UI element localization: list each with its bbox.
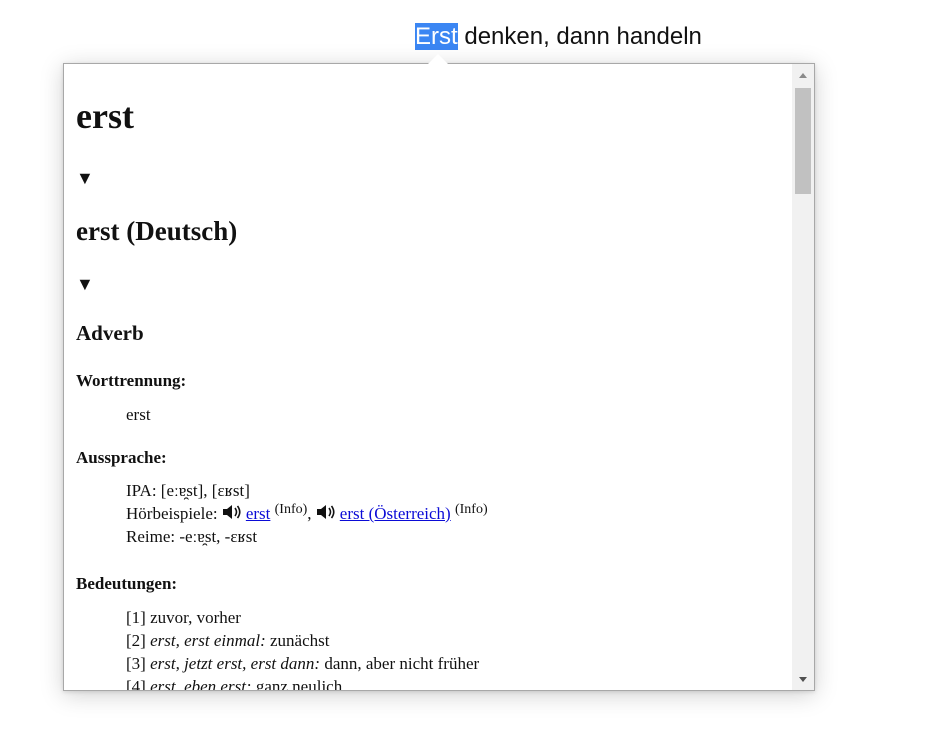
audio-link-erst-oesterreich[interactable]: erst (Österreich) xyxy=(340,504,451,523)
collapse-toggle-icon[interactable]: ▼ xyxy=(76,274,94,294)
reime-line: Reime: -eːɐ̯st, -ɛʁst xyxy=(126,527,258,546)
worttrennung-label: Worttrennung: xyxy=(76,371,187,390)
meaning-text: zunächst xyxy=(265,631,330,650)
collapse-toggle-icon[interactable]: ▼ xyxy=(76,168,94,188)
scroll-down-arrow-icon[interactable] xyxy=(792,668,814,690)
meaning-item: [4] erst, eben erst: ganz neulich xyxy=(126,675,479,690)
audio-separator: , xyxy=(307,504,312,523)
meaning-context: erst, jetzt erst, erst dann: xyxy=(150,654,321,673)
meaning-item: [1] zuvor, vorher xyxy=(126,606,479,629)
bedeutungen-label: Bedeutungen: xyxy=(76,574,178,593)
meaning-number: [3] xyxy=(126,654,146,673)
audio-info-link[interactable]: (Info) xyxy=(275,502,308,517)
meaning-text: zuvor, vorher xyxy=(145,608,241,627)
meaning-number: [4] xyxy=(126,677,146,690)
speaker-icon[interactable] xyxy=(316,504,336,520)
meaning-text: ganz neulich xyxy=(251,677,343,690)
audio-link-erst[interactable]: erst xyxy=(246,504,271,523)
vertical-scrollbar[interactable] xyxy=(792,64,814,690)
hoerbeispiele-label: Hörbeispiele: xyxy=(126,504,218,523)
scroll-thumb[interactable] xyxy=(795,88,811,194)
worttrennung-value: erst xyxy=(126,403,151,426)
entry-title: erst xyxy=(76,96,134,136)
meaning-text: dann, aber nicht früher xyxy=(320,654,480,673)
part-of-speech-heading: Adverb xyxy=(76,321,144,345)
popup-content[interactable]: erst ▼ erst (Deutsch) ▼ Adverb Worttrenn… xyxy=(64,64,792,690)
aussprache-label: Aussprache: xyxy=(76,448,167,467)
dictionary-popup[interactable]: erst ▼ erst (Deutsch) ▼ Adverb Worttrenn… xyxy=(63,63,815,691)
bedeutungen-list: [1] zuvor, vorher [2] erst, erst einmal:… xyxy=(126,606,479,690)
aussprache-block: IPA: [eːɐ̯st], [ɛʁst] Hörbeispiele: erst… xyxy=(126,479,488,548)
language-heading: erst (Deutsch) xyxy=(76,216,238,246)
selected-word[interactable]: Erst xyxy=(415,23,458,50)
audio-info-link[interactable]: (Info) xyxy=(455,502,488,517)
sentence-rest: denken, dann handeln xyxy=(457,23,702,50)
meaning-number: [1] xyxy=(126,608,146,627)
ipa-line: IPA: [eːɐ̯st], [ɛʁst] xyxy=(126,481,250,500)
popup-pointer-arrow xyxy=(428,54,448,64)
worttrennung-text: erst xyxy=(126,405,151,424)
speaker-icon[interactable] xyxy=(222,504,242,520)
hoerbeispiele-line: Hörbeispiele: erst (Info), erst (Österre… xyxy=(126,502,488,525)
meaning-item: [3] erst, jetzt erst, erst dann: dann, a… xyxy=(126,652,479,675)
scroll-up-arrow-icon[interactable] xyxy=(792,64,814,86)
meaning-number: [2] xyxy=(126,631,146,650)
meaning-context: erst, eben erst: xyxy=(150,677,252,690)
meaning-context: erst, erst einmal: xyxy=(150,631,266,650)
meaning-item: [2] erst, erst einmal: zunächst xyxy=(126,629,479,652)
source-sentence: Erst denken, dann handeln xyxy=(415,22,702,52)
